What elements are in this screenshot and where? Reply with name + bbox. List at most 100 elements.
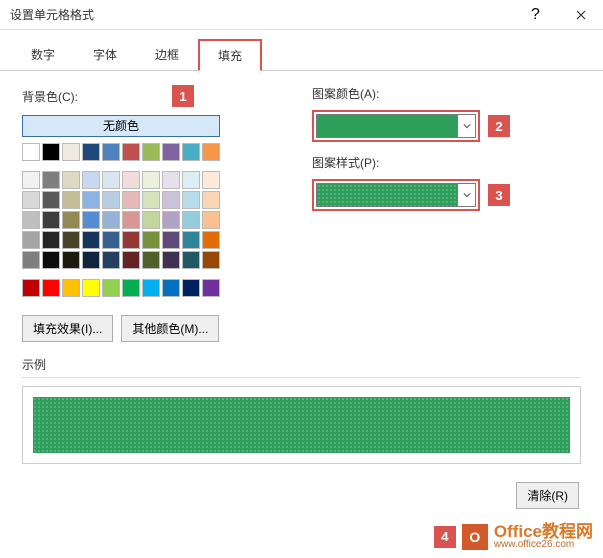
color-swatch[interactable]: [142, 279, 160, 297]
color-swatch[interactable]: [82, 191, 100, 209]
chevron-down-icon: [457, 184, 475, 206]
color-swatch[interactable]: [82, 231, 100, 249]
callout-3: 3: [488, 184, 510, 206]
color-swatch[interactable]: [102, 171, 120, 189]
color-swatch[interactable]: [142, 231, 160, 249]
color-swatch[interactable]: [102, 191, 120, 209]
pattern-color-dropdown[interactable]: [316, 114, 476, 138]
color-swatch[interactable]: [62, 231, 80, 249]
color-swatch[interactable]: [202, 171, 220, 189]
color-swatch[interactable]: [42, 231, 60, 249]
color-swatch[interactable]: [62, 191, 80, 209]
color-swatch[interactable]: [122, 251, 140, 269]
color-swatch[interactable]: [22, 143, 40, 161]
color-swatch[interactable]: [62, 211, 80, 229]
color-swatch[interactable]: [62, 251, 80, 269]
color-swatch[interactable]: [182, 251, 200, 269]
callout-2: 2: [488, 115, 510, 137]
color-swatch[interactable]: [22, 251, 40, 269]
color-swatch[interactable]: [42, 279, 60, 297]
color-swatch[interactable]: [142, 251, 160, 269]
fill-effects-button[interactable]: 填充效果(I)...: [22, 315, 113, 342]
watermark-url: www.office26.com: [494, 540, 593, 550]
color-swatch[interactable]: [62, 279, 80, 297]
right-column: 图案颜色(A): 2 图案样式(P): 3: [312, 85, 581, 342]
color-swatch[interactable]: [82, 251, 100, 269]
color-swatch[interactable]: [82, 279, 100, 297]
close-button[interactable]: [558, 0, 603, 29]
color-swatch[interactable]: [142, 211, 160, 229]
color-swatch[interactable]: [22, 231, 40, 249]
no-color-button[interactable]: 无颜色: [22, 115, 220, 137]
tab-fill[interactable]: 填充: [198, 39, 262, 71]
color-swatch[interactable]: [142, 143, 160, 161]
color-swatch[interactable]: [62, 143, 80, 161]
color-swatch[interactable]: [22, 191, 40, 209]
tab-font[interactable]: 字体: [74, 39, 136, 71]
color-swatch[interactable]: [202, 211, 220, 229]
color-swatch[interactable]: [22, 279, 40, 297]
color-swatch[interactable]: [162, 279, 180, 297]
tab-bar: 数字 字体 边框 填充: [0, 30, 603, 71]
theme-color-row: [22, 143, 312, 161]
color-swatch[interactable]: [162, 231, 180, 249]
color-swatch[interactable]: [102, 143, 120, 161]
color-swatch[interactable]: [162, 143, 180, 161]
color-swatch[interactable]: [122, 143, 140, 161]
color-swatch[interactable]: [42, 191, 60, 209]
color-swatch[interactable]: [42, 143, 60, 161]
clear-button[interactable]: 清除(R): [516, 482, 579, 509]
color-swatch[interactable]: [122, 211, 140, 229]
tab-number[interactable]: 数字: [12, 39, 74, 71]
color-swatch[interactable]: [162, 191, 180, 209]
color-swatch[interactable]: [82, 143, 100, 161]
color-swatch[interactable]: [182, 143, 200, 161]
color-swatch[interactable]: [42, 251, 60, 269]
pattern-color-label: 图案颜色(A):: [312, 85, 581, 102]
color-swatch[interactable]: [202, 231, 220, 249]
color-swatch[interactable]: [42, 211, 60, 229]
color-swatch[interactable]: [102, 211, 120, 229]
color-swatch[interactable]: [162, 251, 180, 269]
left-column: 背景色(C): 1 无颜色 填充效果(I)... 其他颜色(M)...: [22, 85, 312, 342]
color-swatch[interactable]: [102, 231, 120, 249]
pattern-style-dropdown[interactable]: [316, 183, 476, 207]
color-swatch[interactable]: [182, 231, 200, 249]
color-swatch[interactable]: [122, 191, 140, 209]
color-swatch[interactable]: [162, 211, 180, 229]
color-swatch[interactable]: [182, 211, 200, 229]
color-swatch[interactable]: [202, 251, 220, 269]
color-swatch[interactable]: [22, 171, 40, 189]
color-swatch[interactable]: [202, 279, 220, 297]
color-swatch[interactable]: [122, 171, 140, 189]
color-swatch[interactable]: [82, 211, 100, 229]
footer: 4 O Office教程网 www.office26.com: [434, 523, 593, 550]
content-area: 背景色(C): 1 无颜色 填充效果(I)... 其他颜色(M)... 图案颜色…: [0, 71, 603, 519]
color-swatch[interactable]: [182, 279, 200, 297]
color-swatch[interactable]: [82, 171, 100, 189]
color-swatch[interactable]: [122, 279, 140, 297]
color-swatch[interactable]: [142, 191, 160, 209]
color-swatch[interactable]: [162, 171, 180, 189]
pattern-style-label: 图案样式(P):: [312, 154, 581, 171]
pattern-color-highlight: [312, 110, 480, 142]
color-swatch[interactable]: [182, 171, 200, 189]
color-swatch[interactable]: [142, 171, 160, 189]
color-swatch[interactable]: [22, 211, 40, 229]
color-swatch[interactable]: [102, 279, 120, 297]
close-icon: [576, 10, 586, 20]
more-colors-button[interactable]: 其他颜色(M)...: [121, 315, 219, 342]
office-logo-icon: O: [462, 524, 488, 550]
color-swatch[interactable]: [182, 191, 200, 209]
help-button[interactable]: ?: [513, 0, 558, 29]
color-swatch[interactable]: [102, 251, 120, 269]
sample-label: 示例: [22, 356, 581, 373]
standard-color-row: [22, 279, 312, 297]
color-swatch[interactable]: [62, 171, 80, 189]
tab-border[interactable]: 边框: [136, 39, 198, 71]
color-swatch[interactable]: [202, 191, 220, 209]
color-swatch[interactable]: [122, 231, 140, 249]
help-icon: ?: [531, 6, 540, 24]
color-swatch[interactable]: [42, 171, 60, 189]
color-swatch[interactable]: [202, 143, 220, 161]
